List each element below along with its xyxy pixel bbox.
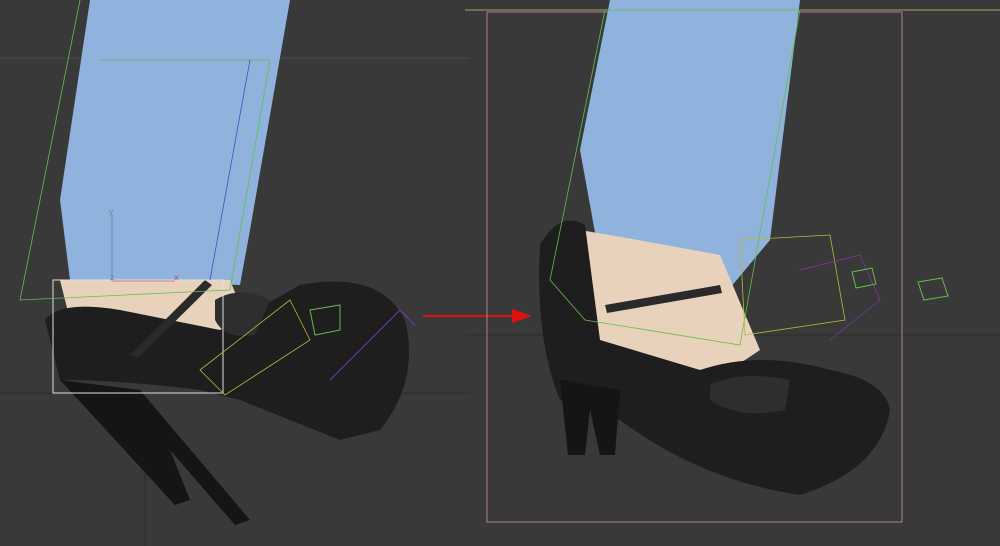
viewport-comparison: y z x (0, 0, 1000, 546)
arrow-icon (423, 309, 532, 323)
before-panel: y z x (19, 0, 416, 525)
bone-cube (917, 277, 949, 301)
heel (60, 380, 250, 525)
scene: y z x (0, 0, 1000, 546)
after-panel (486, 0, 949, 523)
gizmo-label-z: z (110, 273, 114, 282)
bone-outline (799, 254, 881, 341)
heel (560, 380, 620, 455)
gizmo-label-y: y (109, 207, 114, 216)
gizmo-label-x: x (174, 273, 179, 282)
bone-cube (851, 267, 877, 289)
